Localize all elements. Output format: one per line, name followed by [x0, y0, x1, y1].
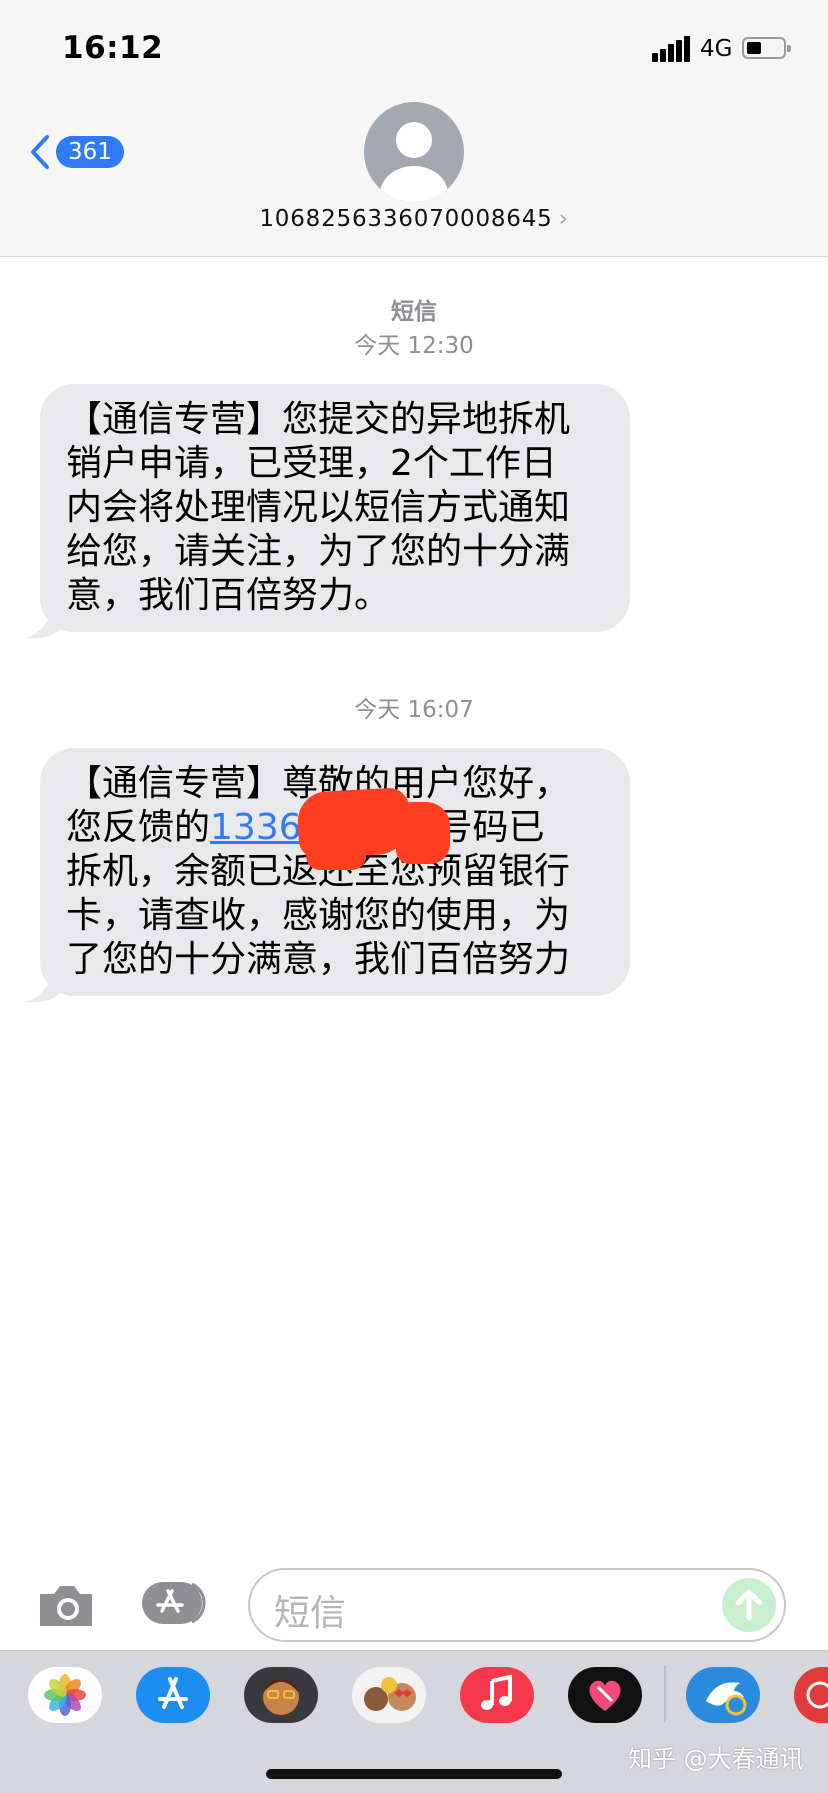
service-label: 短信 — [0, 292, 828, 326]
send-button[interactable] — [722, 1578, 776, 1632]
phone-number-link[interactable]: 1336 — [210, 807, 302, 848]
conversation-header: 361 1068256336070008645 › — [0, 100, 828, 257]
redaction-mark — [306, 842, 366, 870]
contact-number[interactable]: 1068256336070008645 › — [0, 206, 828, 232]
service-label-text: 短信 — [391, 299, 437, 325]
music-app-icon[interactable] — [460, 1667, 534, 1723]
message-input-placeholder: 短信 — [274, 1593, 347, 1634]
network-type: 4G — [700, 36, 733, 62]
battery-icon — [742, 37, 791, 59]
message-line: 销户申请，已受理，2个工作日 — [66, 443, 557, 484]
animoji-app-icon[interactable] — [352, 1667, 426, 1723]
message-line: 意，我们百倍努力。 — [66, 575, 391, 616]
message-bubble[interactable]: 【通信专营】您提交的异地拆机 销户申请，已受理，2个工作日 内会将处理情况以短信… — [40, 384, 630, 632]
message-line: 了您的十分满意，我们百倍努力 — [66, 939, 571, 980]
drawer-divider — [664, 1665, 666, 1723]
app-store-app-icon[interactable] — [136, 1667, 210, 1723]
timestamp: 今天 12:30 — [354, 333, 474, 359]
app-store-icon[interactable] — [140, 1578, 212, 1628]
redaction-mark — [396, 802, 450, 864]
memoji-app-icon[interactable] — [244, 1667, 318, 1723]
contact-number-text: 1068256336070008645 — [259, 206, 553, 232]
message-line: 卡，请查收，感谢您的使用，为 — [66, 895, 571, 936]
message-composer: 短信 — [0, 1560, 828, 1648]
home-indicator[interactable] — [266, 1769, 562, 1779]
message-input[interactable]: 短信 — [248, 1568, 786, 1642]
message-line: 【通信专营】您提交的异地拆机 — [66, 399, 571, 440]
contact-avatar[interactable] — [364, 102, 464, 202]
arrow-up-icon — [735, 1589, 763, 1621]
message-line: 给您，请关注，为了您的十分满 — [66, 531, 571, 572]
unread-count-badge: 361 — [56, 136, 124, 168]
chevron-left-icon — [31, 135, 49, 169]
message-bubble[interactable]: 【通信专营】尊敬的用户您好， 您反馈的13364号码已 拆机，余额已返还至您预留… — [40, 748, 630, 996]
status-bar: 16:12 4G — [0, 0, 828, 100]
app-drawer: 知乎 @大春通讯 — [0, 1650, 828, 1793]
message-line: 内会将处理情况以短信方式通知 — [66, 487, 571, 528]
chevron-right-icon: › — [558, 206, 569, 232]
photos-app-icon[interactable] — [28, 1667, 102, 1723]
back-button[interactable]: 361 — [30, 130, 124, 174]
clock: 16:12 — [62, 30, 164, 66]
digital-touch-app-icon[interactable] — [568, 1667, 642, 1723]
person-icon — [380, 122, 448, 202]
timestamp: 今天 16:07 — [354, 697, 474, 723]
message-text: 您反馈的 — [66, 807, 211, 848]
watermark: 知乎 @大春通讯 — [628, 1745, 804, 1773]
camera-icon[interactable] — [36, 1582, 96, 1628]
red-app-icon[interactable] — [794, 1667, 828, 1723]
dolphin-app-icon[interactable] — [686, 1667, 760, 1723]
signal-strength-icon — [652, 36, 692, 62]
message-text: 号码已 — [436, 807, 545, 848]
